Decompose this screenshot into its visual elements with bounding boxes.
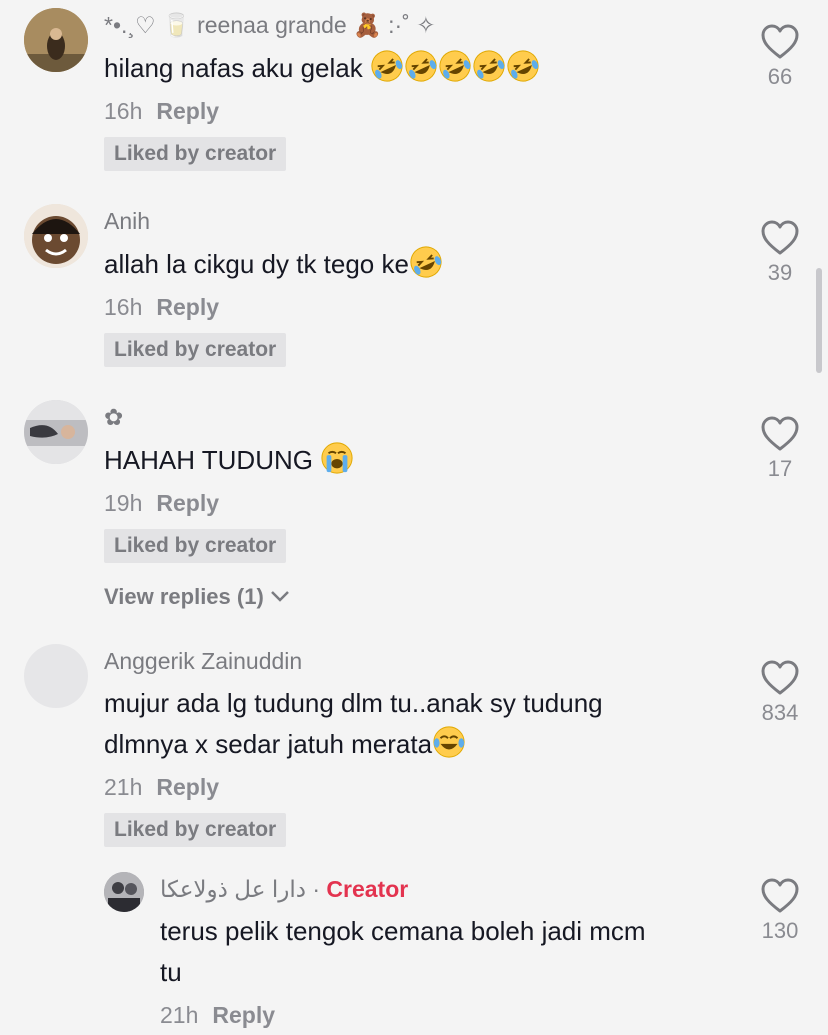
comment-time: 21h [104, 774, 143, 800]
like-count: 130 [761, 918, 799, 943]
heart-icon[interactable] [760, 878, 800, 914]
creator-label: Creator [326, 876, 409, 902]
view-replies-button[interactable]: View replies (1) [104, 584, 290, 610]
avatar[interactable] [24, 8, 88, 72]
like-count: 39 [767, 260, 793, 285]
liked-by-creator-badge: Liked by creator [104, 333, 287, 367]
heart-icon[interactable] [760, 24, 800, 60]
comment-username[interactable]: Anih [104, 208, 150, 235]
avatar[interactable] [24, 400, 88, 464]
reply-text: terus pelik tengok cemana boleh jadi mcm… [160, 916, 646, 987]
like-button[interactable]: 130 [750, 878, 810, 944]
reply-button[interactable]: Reply [156, 294, 219, 320]
comment-meta: 16h Reply [104, 294, 219, 321]
comment-username[interactable]: ✿ [104, 404, 123, 431]
comment-username[interactable]: Anggerik Zainuddin [104, 648, 302, 675]
heart-icon[interactable] [760, 660, 800, 696]
tears-of-joy-emoji [432, 725, 466, 759]
loudly-crying-emoji [320, 441, 354, 475]
heart-icon[interactable] [760, 416, 800, 452]
heart-icon[interactable] [760, 220, 800, 256]
like-count: 17 [767, 456, 793, 481]
like-button[interactable]: 17 [750, 416, 810, 482]
comment-meta: 21h Reply [160, 1002, 275, 1029]
comment-text: HAHAH TUDUNG [104, 440, 354, 481]
comment-meta: 21h Reply [104, 774, 219, 801]
liked-by-creator-badge: Liked by creator [104, 529, 287, 563]
avatar[interactable] [104, 872, 144, 912]
rofl-emoji [409, 245, 443, 279]
comment-text: mujur ada lg tudung dlm tu..anak sy tudu… [104, 688, 603, 759]
comment-text: allah la cikgu dy tk tego ke [104, 244, 443, 285]
chevron-down-icon [271, 591, 289, 602]
liked-by-creator-badge: Liked by creator [104, 813, 287, 847]
comment-text: hilang nafas aku gelak [104, 48, 540, 89]
comment-time: 19h [104, 490, 143, 516]
reply-button[interactable]: Reply [156, 774, 219, 800]
avatar[interactable] [24, 644, 88, 708]
comment-time: 16h [104, 98, 143, 124]
like-button[interactable]: 66 [750, 24, 810, 90]
comment-username[interactable]: *•.¸♡ 🥛 reenaa grande 🧸 :·˚ ✧ [104, 12, 436, 39]
reply-button[interactable]: Reply [156, 98, 219, 124]
reply-button[interactable]: Reply [212, 1002, 275, 1028]
like-count: 834 [761, 700, 799, 725]
comment-meta: 16h Reply [104, 98, 219, 125]
liked-by-creator-badge: Liked by creator [104, 137, 287, 171]
like-button[interactable]: 834 [750, 660, 810, 726]
scrollbar[interactable] [816, 268, 822, 373]
avatar[interactable] [24, 204, 88, 268]
rofl-emoji [370, 53, 540, 83]
comment-time: 16h [104, 294, 143, 320]
like-count: 66 [767, 64, 793, 89]
reply-username: دارا عل ذولاعكا · Creator [160, 876, 409, 902]
comment-meta: 19h Reply [104, 490, 219, 517]
comment-time: 21h [160, 1002, 199, 1028]
reply-button[interactable]: Reply [156, 490, 219, 516]
like-button[interactable]: 39 [750, 220, 810, 286]
